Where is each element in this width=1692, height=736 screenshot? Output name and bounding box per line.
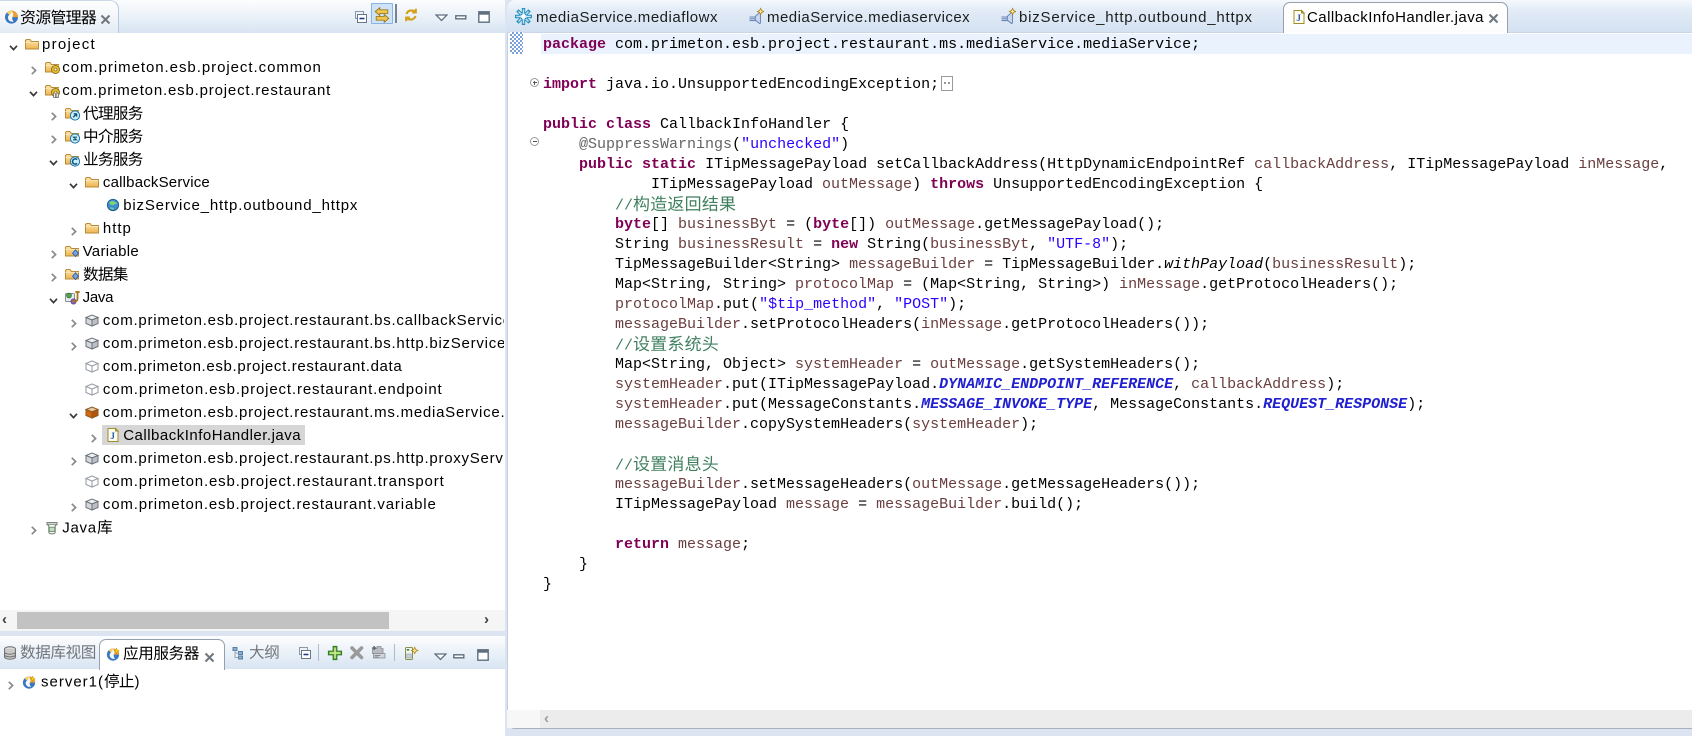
svg-text:J: J bbox=[1296, 14, 1301, 24]
svg-text:B: B bbox=[54, 93, 57, 98]
svg-text:J: J bbox=[110, 432, 115, 442]
